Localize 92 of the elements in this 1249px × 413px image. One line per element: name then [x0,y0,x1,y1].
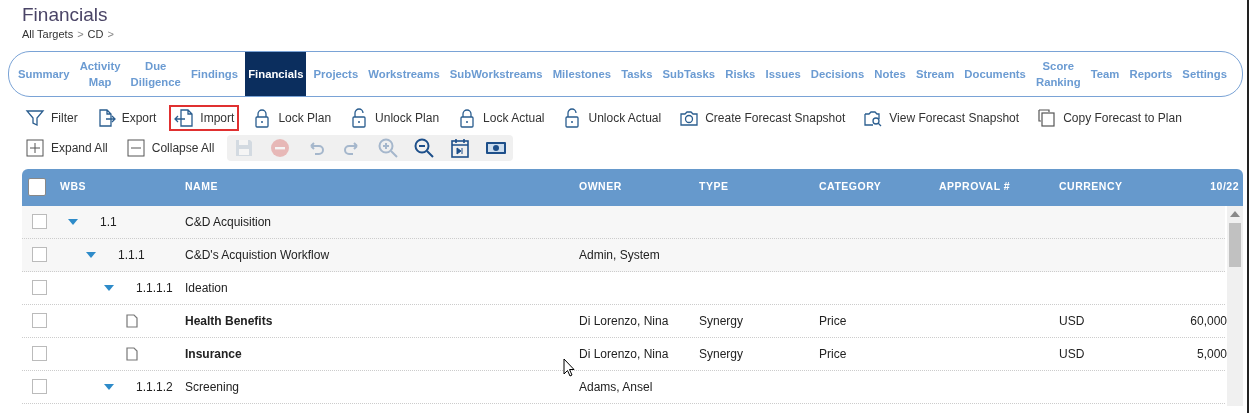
table-cell: 60,000 [1190,313,1227,328]
mouse-cursor-icon [563,358,575,377]
expanded-caret-icon[interactable] [104,284,114,291]
expanded-caret-icon[interactable] [104,383,114,390]
table-cell: Health Benefits [185,313,273,328]
table-cell: Di Lorenzo, Nina [579,346,669,361]
expand-icon [25,137,45,158]
filter-icon [25,107,45,128]
expanded-caret-icon[interactable] [86,251,96,258]
column-header: 10/22 [1209,179,1240,195]
nav-tab[interactable]: Milestones [549,51,615,96]
nav-tab[interactable]: Reports [1126,51,1176,96]
scrollbar[interactable] [1227,205,1243,406]
nav-tab[interactable]: Financials [245,51,307,96]
toolbar-button[interactable]: Lock Plan [247,104,337,131]
collapse-icon [125,137,146,158]
table-cell: Di Lorenzo, Nina [579,313,669,328]
row-checkbox[interactable] [32,379,47,394]
nav-tab[interactable]: SubTasks [659,51,719,96]
nav-tab[interactable]: Risks [722,51,759,96]
table-cell: Admin, System [579,247,660,262]
row-checkbox[interactable] [32,313,47,328]
page-title: Financials [22,4,109,26]
toolbar-button[interactable]: Create Forecast Snapshot [674,104,851,131]
column-header: OWNER [579,179,623,195]
table-cell: Synergy [699,346,744,361]
nav-tab[interactable]: Due Diligence [127,51,184,96]
table-cell: Adams, Ansel [579,379,653,394]
zoom-out-button[interactable] [413,136,436,159]
column-header: WBS [60,179,87,195]
nav-tab[interactable]: Documents [961,51,1029,96]
toolbar-button[interactable]: Copy Forecast to Plan [1032,104,1187,131]
nav-tab[interactable]: Team [1087,51,1123,96]
breadcrumb-separator: > [107,27,114,42]
wbs-number: 1.1 [100,213,117,231]
collapse-all-button[interactable]: Collapse All [120,134,220,161]
nav-tab[interactable]: Issues [762,51,804,96]
column-header: CATEGORY [819,179,883,195]
nav-tab[interactable]: Settings [1179,51,1230,96]
expand-all-button[interactable]: Expand All [20,134,113,161]
table-cell: C&D Acquisition [185,214,272,229]
table-cell: USD [1059,346,1085,361]
wbs-number: 1.1.1.1 [136,279,173,297]
nav-tab[interactable]: Tasks [618,51,656,96]
scrollbar-thumb[interactable] [1229,222,1241,267]
row-checkbox[interactable] [32,214,47,229]
table-cell: C&D's Acquistion Workflow [185,247,330,262]
wbs-number: 1.1.1.2 [136,378,173,396]
toolbar-button[interactable]: Filter [20,104,83,131]
nav-tab[interactable]: Summary [15,51,73,96]
table-cell: Price [819,313,847,328]
toolbar-button[interactable]: View Forecast Snapshot [858,104,1025,131]
breadcrumb-link[interactable]: CD [87,26,104,43]
table-cell: Insurance [185,346,242,361]
row-checkbox[interactable] [32,247,47,262]
nav-tab[interactable]: Notes [871,51,909,96]
expanded-caret-icon[interactable] [68,218,78,225]
breadcrumb-separator: > [77,27,84,42]
nav-tab[interactable]: Workstreams [365,51,443,96]
table-cell: Synergy [699,313,744,328]
toolbar-button[interactable]: Lock Actual [452,104,550,131]
select-all-checkbox[interactable] [28,178,46,196]
table-cell: Ideation [185,280,228,295]
document-icon [126,313,138,328]
column-header: TYPE [699,179,730,195]
nav-tab[interactable]: Decisions [807,51,868,96]
nav-tab[interactable]: SubWorkstreams [446,51,546,96]
row-checkbox[interactable] [32,346,47,361]
table-cell: USD [1059,313,1085,328]
column-header: APPROVAL # [939,179,1012,195]
toolbar-button[interactable]: Unlock Plan [344,104,445,131]
document-icon [126,346,138,361]
nav-tab[interactable]: Activity Map [76,51,124,96]
row-checkbox[interactable] [32,280,47,295]
toolbar-button[interactable]: Unlock Actual [557,104,667,131]
breadcrumb-link[interactable]: All Targets [22,26,74,43]
import-icon [174,107,195,128]
calendar-button[interactable] [449,136,472,159]
nav-tab[interactable]: Projects [310,51,362,96]
table-cell: 5,000 [1196,346,1227,361]
nav-tab[interactable]: Stream [912,51,958,96]
nav-tab[interactable]: Findings [187,51,242,96]
table-cell: Screening [185,379,240,394]
wbs-number: 1.1.1 [118,246,145,264]
column-header: NAME [185,179,219,195]
toolbar-button[interactable]: Export [90,104,162,131]
column-header: CURRENCY [1059,179,1124,195]
nav-tab[interactable]: Score Ranking [1033,51,1084,96]
table-cell: Price [819,346,847,361]
scroll-up-icon[interactable] [1230,210,1240,217]
toolbar-button[interactable]: Import [169,104,240,131]
copy-icon [1037,107,1058,128]
